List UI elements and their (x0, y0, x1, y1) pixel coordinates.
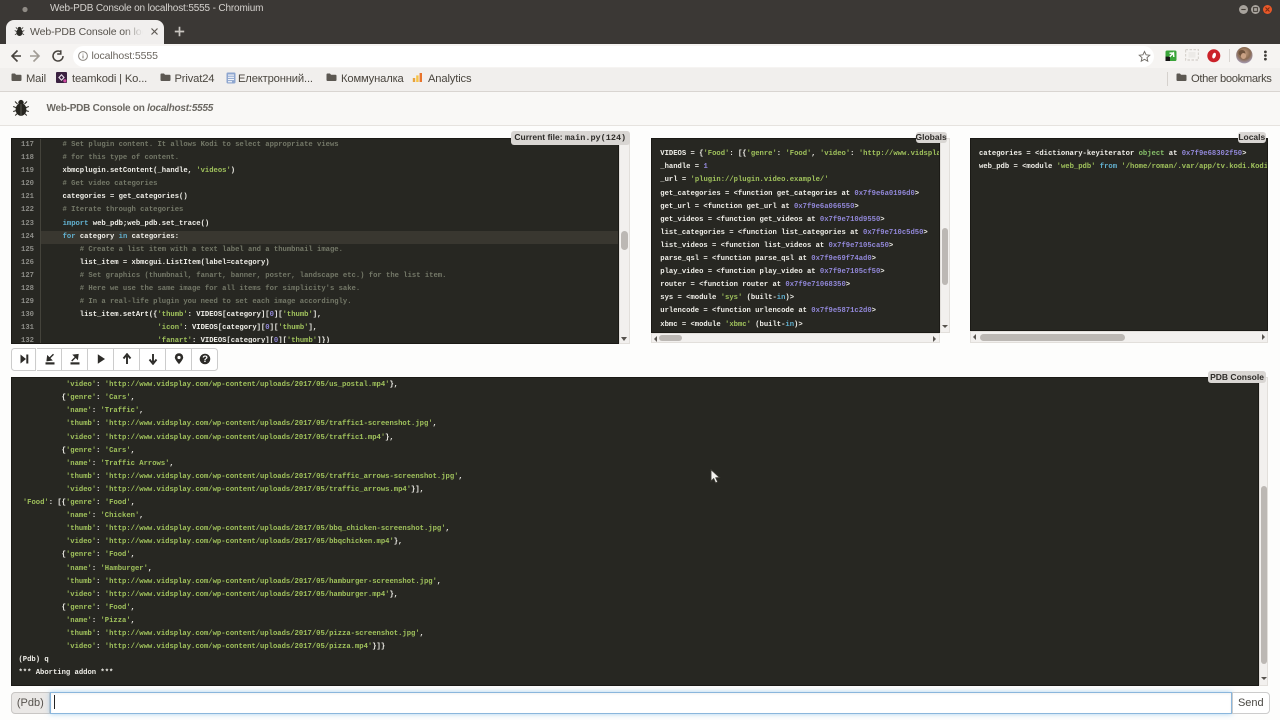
svg-text:?: ? (202, 354, 208, 365)
